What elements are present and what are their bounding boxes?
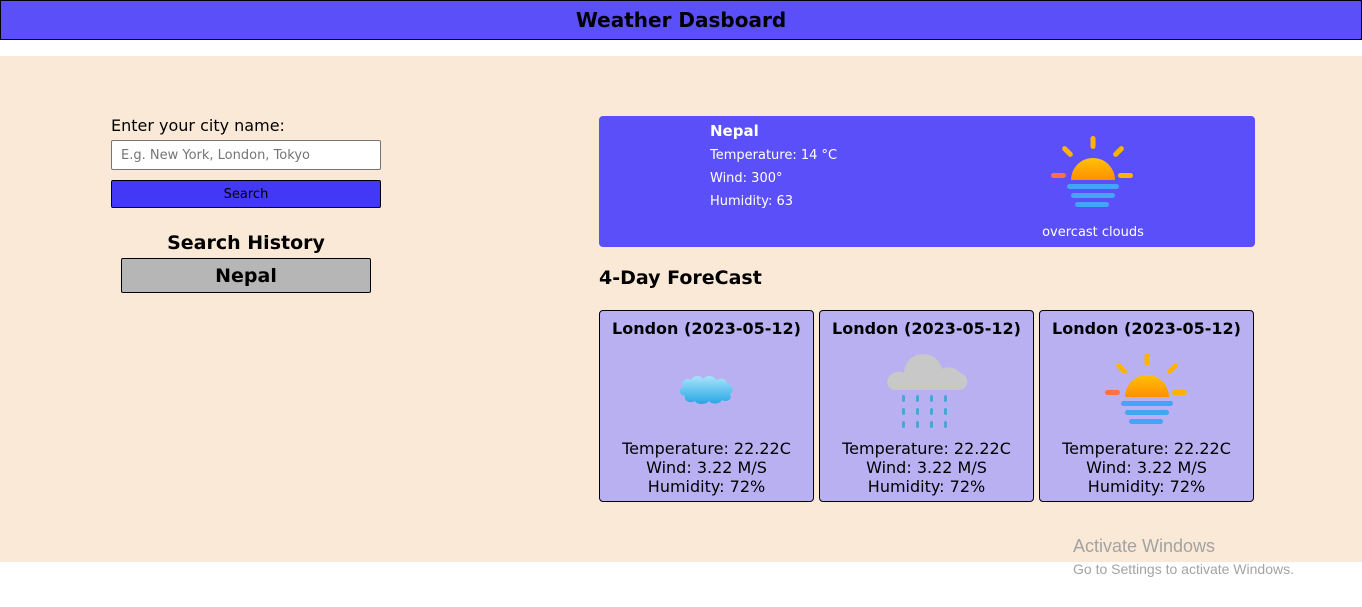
sun-haze-icon xyxy=(1051,136,1133,207)
forecast-humidity: Humidity: 72% xyxy=(1087,477,1206,496)
forecast-temperature: Temperature: 22.22C xyxy=(622,439,791,458)
history-item-nepal[interactable]: Nepal xyxy=(121,258,371,293)
sun-haze-icon xyxy=(1104,353,1187,424)
city-search-input[interactable] xyxy=(111,140,381,170)
activate-windows-title: Activate Windows xyxy=(1073,536,1216,556)
rain-cloud-icon xyxy=(886,354,967,428)
current-weather-card: Nepal Temperature: 14 °C Wind: 300° Humi… xyxy=(599,116,1255,247)
current-city: Nepal xyxy=(710,122,759,140)
forecast-humidity: Humidity: 72% xyxy=(647,477,766,496)
forecast-wind: Wind: 3.22 M/S xyxy=(646,458,767,477)
search-button[interactable]: Search xyxy=(111,180,381,208)
forecast-card-title: London (2023-05-12) xyxy=(612,319,801,338)
forecast-wind: Wind: 3.22 M/S xyxy=(1086,458,1207,477)
forecast-card-title: London (2023-05-12) xyxy=(1052,319,1241,338)
forecast-card: London (2023-05-12) Temperature: 22.22C … xyxy=(599,310,814,502)
current-temperature: Temperature: 14 °C xyxy=(710,148,838,163)
forecast-temperature: Temperature: 22.22C xyxy=(1062,439,1231,458)
forecast-wind: Wind: 3.22 M/S xyxy=(866,458,987,477)
app-header: Weather Dasboard xyxy=(0,0,1362,40)
city-label: Enter your city name: xyxy=(111,116,285,135)
forecast-card-title: London (2023-05-12) xyxy=(832,319,1021,338)
activate-windows-subtitle: Go to Settings to activate Windows. xyxy=(1073,561,1294,577)
forecast-card: London (2023-05-12) Temperature: 22.22C … xyxy=(819,310,1034,502)
current-humidity: Humidity: 63 xyxy=(710,194,794,209)
search-history-title: Search History xyxy=(167,232,325,254)
forecast-title: 4-Day ForeCast xyxy=(599,267,762,289)
forecast-temperature: Temperature: 22.22C xyxy=(842,439,1011,458)
current-description: overcast clouds xyxy=(1042,225,1144,240)
forecast-humidity: Humidity: 72% xyxy=(867,477,986,496)
forecast-card: London (2023-05-12) Temperature: 22.22C … xyxy=(1039,310,1254,502)
cloud-icon xyxy=(679,376,733,404)
current-wind: Wind: 300° xyxy=(710,171,783,186)
app-title: Weather Dasboard xyxy=(575,8,787,32)
